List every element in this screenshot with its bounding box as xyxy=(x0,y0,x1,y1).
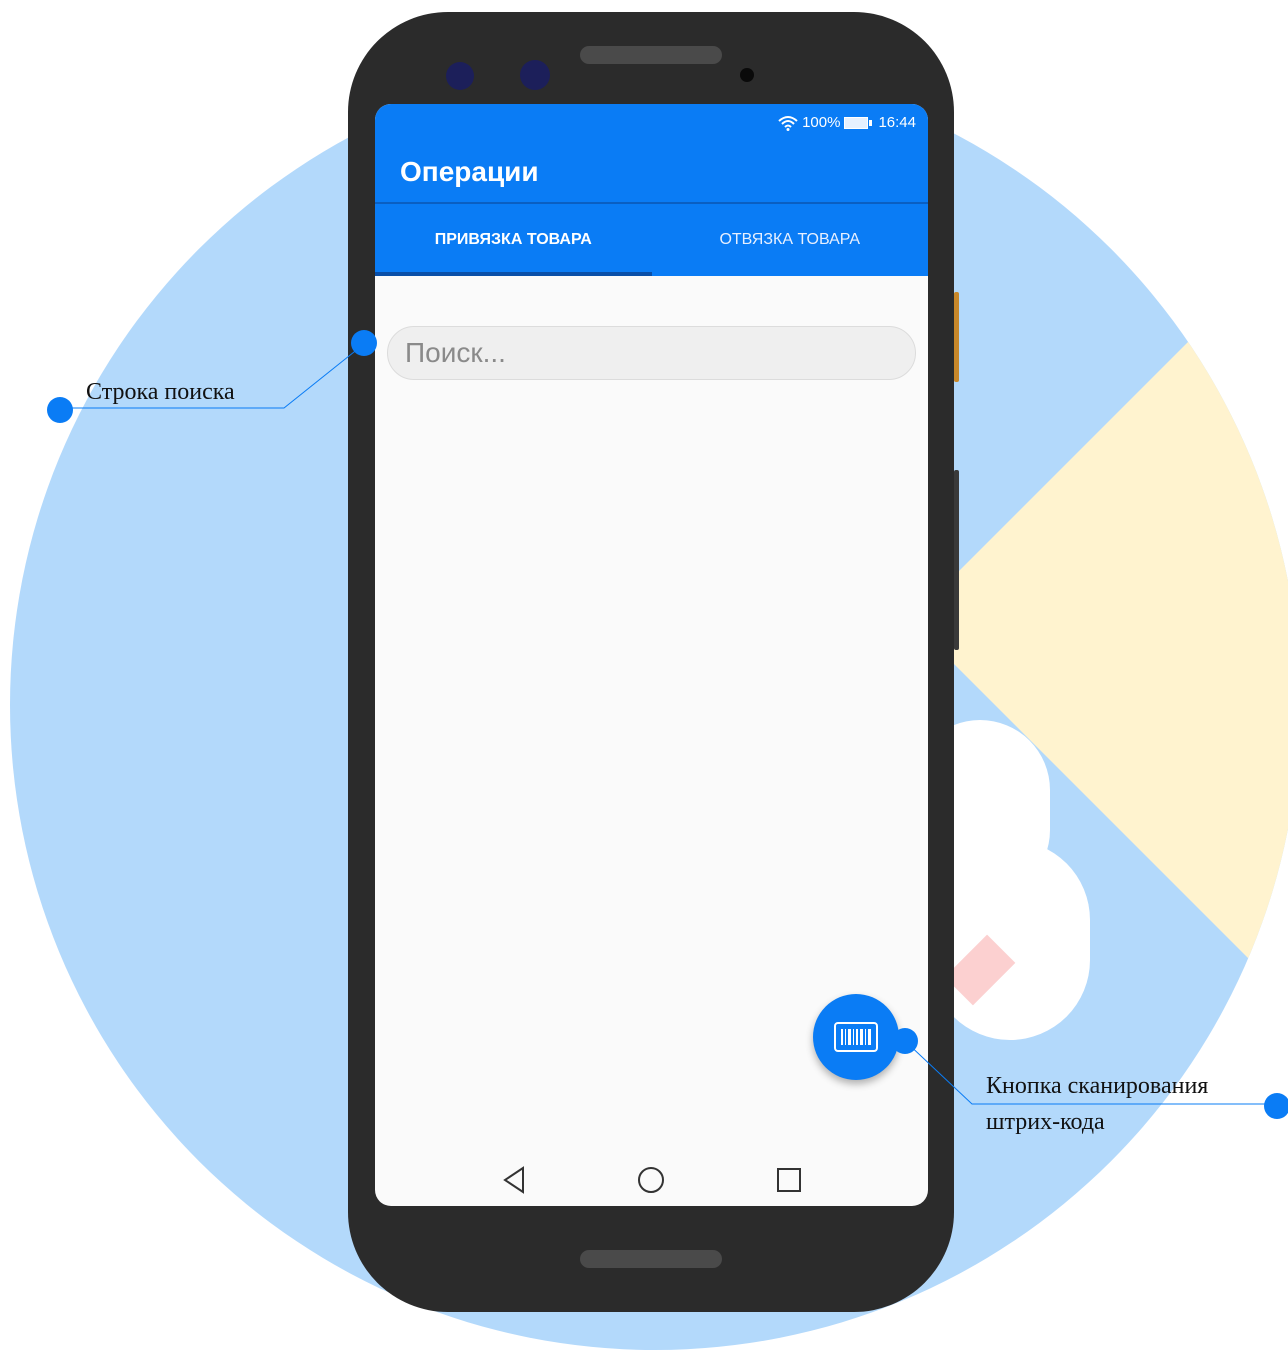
callout-dot xyxy=(1264,1093,1288,1119)
callout-dot xyxy=(47,397,73,423)
scan-callout-label-line2: штрих-кода xyxy=(986,1109,1105,1135)
scan-callout-label-line1: Кнопка сканирования xyxy=(986,1073,1209,1099)
callout-dot xyxy=(351,330,377,356)
search-callout-label: Строка поиска xyxy=(86,379,235,405)
callout-dot xyxy=(892,1028,918,1054)
